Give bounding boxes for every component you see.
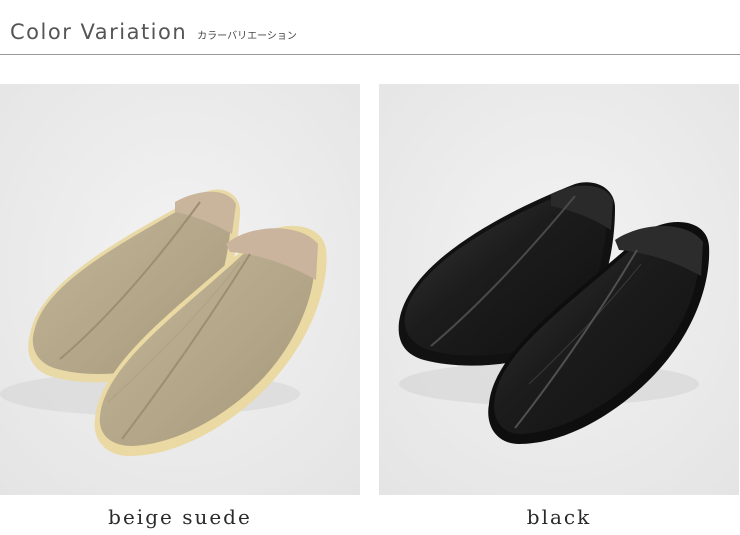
section-header: Color Variation カラーバリエーション [10,20,297,44]
section-subtitle: カラーバリエーション [197,31,297,42]
beige-suede-mules-illustration [0,84,360,495]
black-leather-mules-illustration [379,84,739,495]
caption-beige-suede: beige suede [108,505,252,529]
caption-black: black [526,505,592,529]
section-title: Color Variation [10,20,188,44]
product-image-beige-suede[interactable] [0,84,360,495]
header-divider [0,54,740,55]
product-image-black[interactable] [379,84,739,495]
